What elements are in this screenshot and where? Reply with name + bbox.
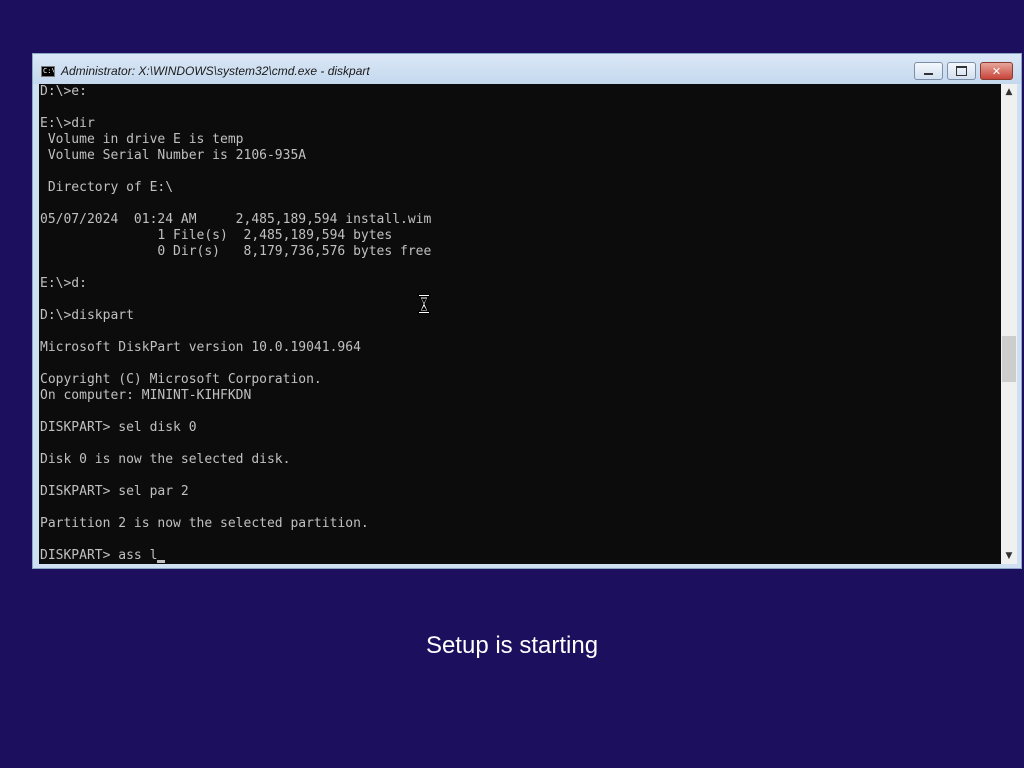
console-text: D:\>e: E:\>dir Volume in drive E is temp…	[39, 84, 1001, 564]
title-bar[interactable]: C:\ Administrator: X:\WINDOWS\system32\c…	[33, 54, 1021, 84]
scroll-up-arrow-icon[interactable]: ▲	[1001, 84, 1017, 100]
console-line: Partition 2 is now the selected partitio…	[40, 516, 369, 531]
console-line: E:\>d:	[40, 276, 87, 291]
vertical-scrollbar[interactable]: ▲ ▼	[1001, 84, 1017, 564]
close-icon: ✕	[991, 64, 1002, 78]
maximize-icon	[956, 66, 967, 76]
console-line: 0 Dir(s) 8,179,736,576 bytes free	[40, 244, 432, 259]
console-line: Volume in drive E is temp	[40, 132, 244, 147]
console-line: D:\>e:	[40, 84, 87, 99]
setup-status-text: Setup is starting	[425, 632, 599, 659]
minimize-button[interactable]	[914, 62, 943, 80]
cmd-icon: C:\	[41, 66, 55, 77]
hourglass-icon	[418, 294, 430, 314]
console-line: 1 File(s) 2,485,189,594 bytes	[40, 228, 393, 243]
console-line: DISKPART> sel disk 0	[40, 420, 197, 435]
console-line: Disk 0 is now the selected disk.	[40, 452, 291, 467]
console-prompt-line[interactable]: DISKPART> ass l	[40, 548, 1001, 564]
console-line: Microsoft DiskPart version 10.0.19041.96…	[40, 340, 361, 355]
scroll-thumb[interactable]	[1002, 336, 1016, 382]
text-cursor	[157, 560, 166, 563]
console-line: E:\>dir	[40, 116, 95, 131]
minimize-icon	[924, 72, 933, 75]
console-line: Volume Serial Number is 2106-935A	[40, 148, 307, 163]
console-input[interactable]: DISKPART> ass l	[40, 548, 157, 563]
console-line: DISKPART> sel par 2	[40, 484, 189, 499]
console-line: Copyright (C) Microsoft Corporation.	[40, 372, 322, 387]
console-line: D:\>diskpart	[40, 308, 134, 323]
console-line: 05/07/2024 01:24 AM 2,485,189,594 instal…	[40, 212, 432, 227]
window-title: Administrator: X:\WINDOWS\system32\cmd.e…	[61, 64, 370, 78]
close-button[interactable]: ✕	[980, 62, 1013, 80]
console-line: Directory of E:\	[40, 180, 174, 195]
console-output[interactable]: D:\>e: E:\>dir Volume in drive E is temp…	[39, 84, 1001, 564]
maximize-button[interactable]	[947, 62, 976, 80]
scroll-down-arrow-icon[interactable]: ▼	[1001, 548, 1017, 564]
cmd-window[interactable]: C:\ Administrator: X:\WINDOWS\system32\c…	[32, 53, 1022, 569]
console-line: On computer: MININT-KIHFKDN	[40, 388, 252, 403]
